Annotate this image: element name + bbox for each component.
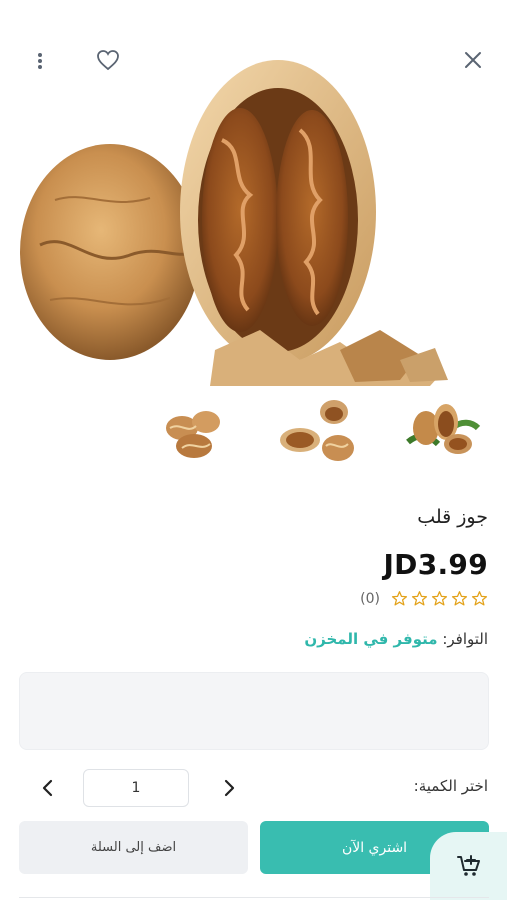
thumbnail-3[interactable] (154, 392, 238, 476)
star-icon (431, 591, 448, 606)
chevron-left-icon (42, 779, 53, 797)
heart-icon (97, 50, 119, 71)
star-icon (451, 591, 468, 606)
close-button[interactable] (460, 47, 486, 73)
quantity-input[interactable] (83, 769, 189, 807)
rating-count: (0) (360, 590, 380, 607)
availability-label: التوافر: (442, 630, 488, 648)
availability-value: متوفر في المخزن (304, 630, 438, 648)
quantity-label: اختر الكمية: (413, 777, 488, 795)
close-icon (465, 52, 481, 68)
favorite-button[interactable] (94, 46, 122, 74)
chevron-right-icon (224, 779, 235, 797)
star-icon (391, 591, 408, 606)
thumbnail-2[interactable] (276, 392, 360, 476)
more-vertical-icon (38, 53, 42, 69)
cart-fab-button[interactable] (430, 832, 507, 900)
add-to-cart-button[interactable]: اضف إلى السلة (19, 821, 248, 874)
rating: (0) (360, 590, 488, 607)
cart-add-icon (456, 855, 480, 876)
product-main-image (0, 30, 507, 386)
bottom-divider (19, 897, 489, 898)
star-icon (411, 591, 428, 606)
quantity-increase-button[interactable] (38, 778, 58, 798)
more-options-button[interactable] (30, 49, 50, 73)
product-title: جوز قلب (417, 506, 488, 528)
availability: التوافر: متوفر في المخزن (304, 630, 488, 648)
product-price: JD3.99 (383, 548, 488, 581)
options-box (19, 672, 489, 750)
star-icon (471, 591, 488, 606)
thumbnail-1[interactable] (400, 392, 484, 476)
quantity-decrease-button[interactable] (219, 778, 239, 798)
